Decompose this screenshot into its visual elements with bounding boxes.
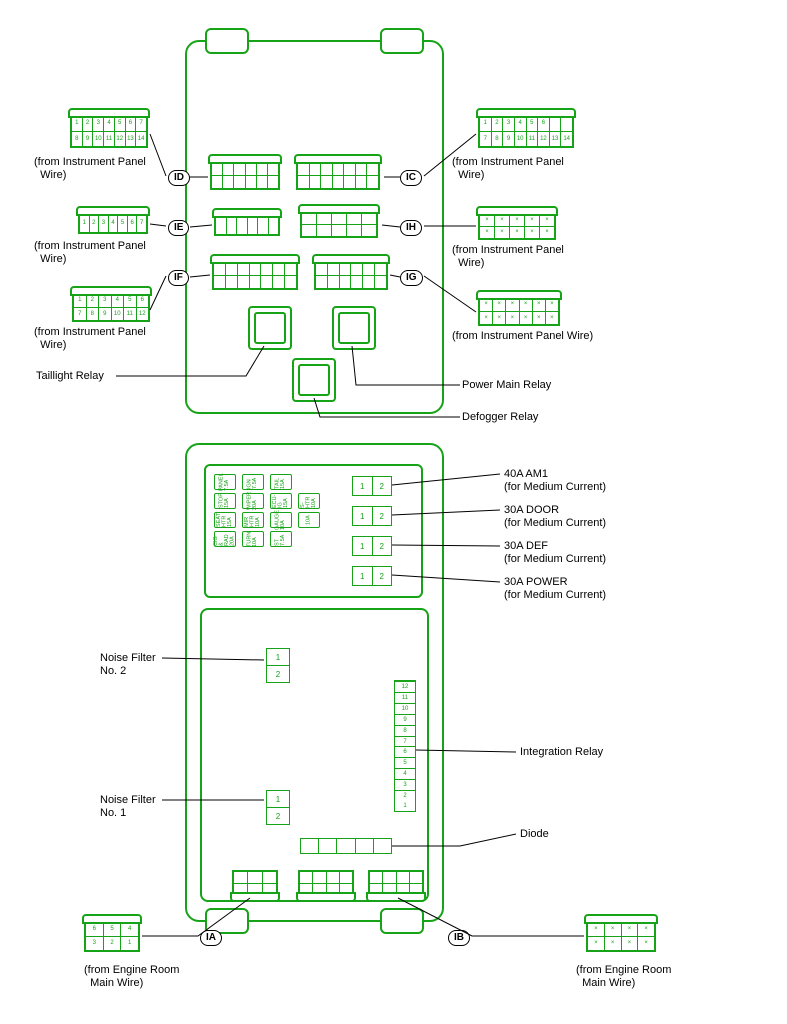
label-ipw-br: (from Instrument Panel Wire): [452, 330, 593, 343]
connector-ih-external: ××××× ×××××: [478, 212, 556, 240]
label-ipw-ml: (from Instrument Panel Wire): [34, 240, 146, 266]
connector-ih-inner: [300, 210, 378, 238]
medium-fuse-am1: 12: [352, 476, 392, 496]
label-noise-2: Noise Filter No. 2: [100, 652, 156, 678]
label-med-def: 30A DEF (for Medium Current): [504, 540, 606, 566]
label-erm-l: (from Engine Room Main Wire): [84, 964, 179, 990]
housing-tab: [380, 908, 424, 934]
connector-id-inner: [210, 160, 280, 190]
fuse: ST 7.5A: [270, 531, 292, 547]
label-med-door: 30A DOOR (for Medium Current): [504, 504, 606, 530]
fuse: GAUGE 10A: [270, 512, 292, 528]
connector-ie-external: 1234567: [78, 212, 148, 234]
id-bubble-ig: IG: [400, 270, 423, 286]
label-ipw-tl: (from Instrument Panel Wire): [34, 156, 146, 182]
connector-ia-external: 654321: [84, 920, 140, 952]
fuse: PANEL 7.5A: [214, 474, 236, 490]
housing-tab: [380, 28, 424, 54]
fuse: S-HTR 10A: [298, 493, 320, 509]
housing-tab: [205, 28, 249, 54]
taillight-relay: [248, 306, 292, 350]
connector-ib-inner-b: [368, 870, 424, 896]
medium-fuse-def: 12: [352, 536, 392, 556]
connector-if-external: 123456 789101112: [72, 292, 150, 322]
label-ipw-tr: (from Instrument Panel Wire): [452, 156, 564, 182]
connector-id-external: 1234567 891011121314: [70, 114, 148, 148]
fuse-column-1: PANEL 7.5A STOP 15A SEAT HTR 15A CIG & R…: [214, 474, 236, 547]
label-defogger-relay: Defogger Relay: [462, 411, 538, 424]
fuse: CIG & RAD 20A: [214, 531, 236, 547]
connector-ig-inner: [314, 260, 388, 290]
fuse: TURN 10A: [242, 531, 264, 547]
connector-ie-inner: [214, 214, 280, 236]
id-bubble-ie: IE: [168, 220, 189, 236]
fuse-column-4: S-HTR 10A 10A: [298, 474, 320, 547]
noise-filter-2-slot: 12: [266, 648, 290, 683]
id-bubble-if: IF: [168, 270, 189, 286]
connector-ic-inner: [296, 160, 380, 190]
connector-ib-external: ×××× ××××: [586, 920, 656, 952]
noise-filter-1-slot: 12: [266, 790, 290, 825]
fuse: ECU-IG 15A: [270, 493, 292, 509]
fuse: 10A: [298, 512, 320, 528]
label-med-am1: 40A AM1 (for Medium Current): [504, 468, 606, 494]
id-bubble-ib: IB: [448, 930, 470, 946]
fuse: STOP 15A: [214, 493, 236, 509]
medium-fuse-power: 12: [352, 566, 392, 586]
connector-if-inner: [212, 260, 298, 290]
label-integration: Integration Relay: [520, 746, 603, 759]
id-bubble-id: ID: [168, 170, 190, 186]
label-taillight-relay: Taillight Relay: [36, 370, 104, 383]
label-erm-r: (from Engine Room Main Wire): [576, 964, 671, 990]
medium-fuse-door: 12: [352, 506, 392, 526]
id-bubble-ih: IH: [400, 220, 422, 236]
fuse-column-2: IGN 7.5A WIPER 20A MIR HTR 10A TURN 10A: [242, 474, 264, 547]
fuse: MIR HTR 10A: [242, 512, 264, 528]
id-bubble-ia: IA: [200, 930, 222, 946]
label-noise-1: Noise Filter No. 1: [100, 794, 156, 820]
label-ipw-bl: (from Instrument Panel Wire): [34, 326, 146, 352]
defogger-relay: [292, 358, 336, 402]
fuse-column-3: TAIL 15A ECU-IG 15A GAUGE 10A ST 7.5A: [270, 474, 292, 547]
fuse: TAIL 15A: [270, 474, 292, 490]
diode-strip: [300, 838, 392, 854]
fuse: IGN 7.5A: [242, 474, 264, 490]
power-main-relay: [332, 306, 376, 350]
integration-relay-connector: 12 34 56 78 910 1112: [394, 680, 416, 812]
label-ipw-mr: (from Instrument Panel Wire): [452, 244, 564, 270]
connector-ig-external: ×××××× ××××××: [478, 296, 560, 326]
fuse: SEAT HTR 15A: [214, 512, 236, 528]
connector-ia-inner: [232, 870, 278, 896]
label-med-power: 30A POWER (for Medium Current): [504, 576, 606, 602]
connector-ic-external: 123456 7891011121314: [478, 114, 574, 148]
connector-ib-inner-a: [298, 870, 354, 896]
id-bubble-ic: IC: [400, 170, 422, 186]
label-diode: Diode: [520, 828, 549, 841]
label-power-main-relay: Power Main Relay: [462, 379, 551, 392]
fuse: WIPER 20A: [242, 493, 264, 509]
